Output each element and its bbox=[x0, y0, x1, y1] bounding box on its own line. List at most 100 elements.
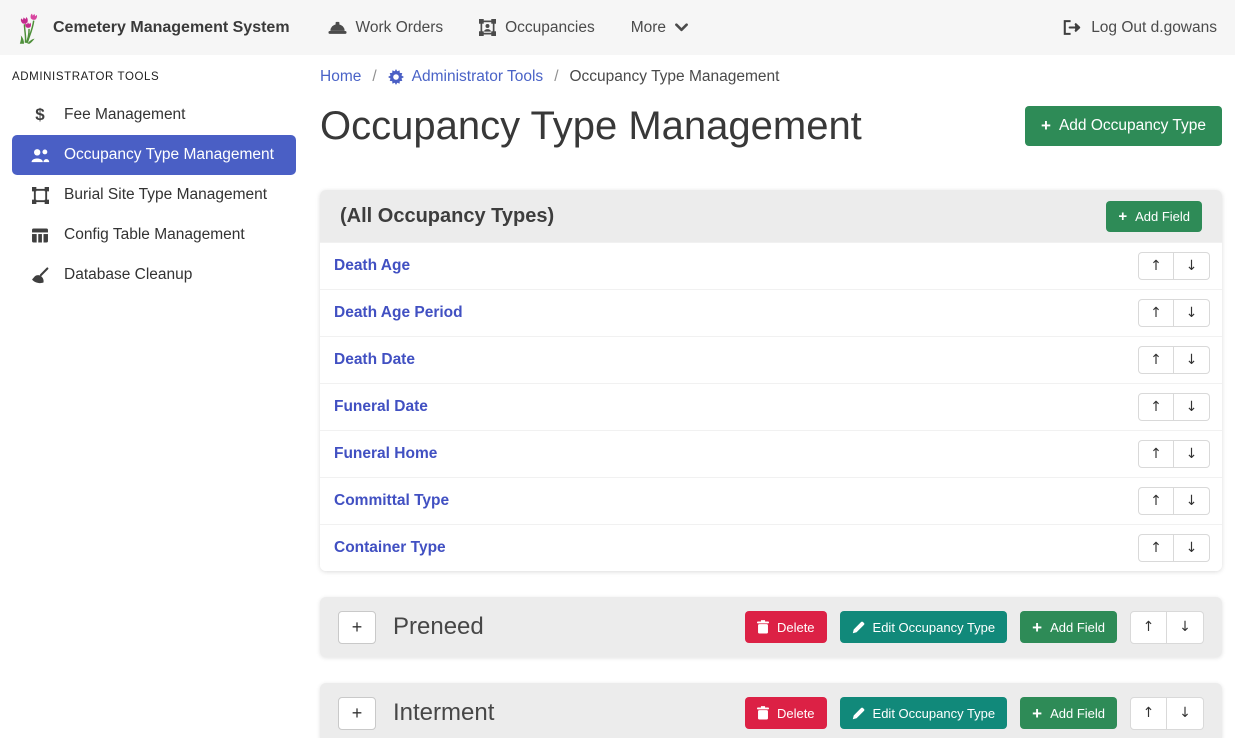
sidebar: ADMINISTRATOR TOOLS Fee Management Occup… bbox=[0, 55, 300, 738]
main-content: Home / Administrator Tools / Occupancy T… bbox=[300, 55, 1235, 738]
plus-icon bbox=[1032, 705, 1042, 722]
brand-link[interactable]: Cemetery Management System bbox=[18, 12, 290, 44]
delete-label: Delete bbox=[777, 706, 815, 721]
users-icon bbox=[29, 148, 51, 163]
move-down-button[interactable] bbox=[1174, 393, 1210, 421]
trash-icon bbox=[757, 620, 769, 634]
section-actions: Delete Edit Occupancy Type Add Field bbox=[745, 611, 1204, 644]
down-arrow-icon bbox=[1186, 447, 1198, 461]
move-up-button[interactable] bbox=[1138, 393, 1174, 421]
nav-item-more[interactable]: More bbox=[631, 19, 688, 37]
title-row: Occupancy Type Management Add Occupancy … bbox=[320, 98, 1222, 154]
move-up-button[interactable] bbox=[1130, 611, 1167, 644]
occupancy-type-section-preneed: Preneed Delete bbox=[320, 597, 1222, 657]
down-arrow-icon bbox=[1186, 541, 1198, 555]
breadcrumb-section-label: Administrator Tools bbox=[412, 68, 544, 86]
dollar-icon bbox=[29, 105, 51, 125]
down-arrow-icon bbox=[1186, 353, 1198, 367]
field-link-committal-type[interactable]: Committal Type bbox=[334, 492, 449, 510]
reorder-buttons bbox=[1130, 611, 1204, 644]
field-link-funeral-home[interactable]: Funeral Home bbox=[334, 445, 437, 463]
panel-header: (All Occupancy Types) Add Field bbox=[320, 190, 1222, 242]
field-link-death-date[interactable]: Death Date bbox=[334, 351, 415, 369]
sign-out-icon bbox=[1063, 20, 1081, 35]
edit-occupancy-type-button[interactable]: Edit Occupancy Type bbox=[840, 611, 1008, 643]
breadcrumb-separator: / bbox=[554, 68, 558, 86]
up-arrow-icon bbox=[1143, 706, 1155, 720]
pencil-icon bbox=[852, 707, 865, 720]
move-down-button[interactable] bbox=[1167, 697, 1204, 730]
add-field-button[interactable]: Add Field bbox=[1020, 611, 1117, 643]
down-arrow-icon bbox=[1179, 620, 1191, 634]
field-row: Funeral Home bbox=[320, 430, 1222, 477]
move-down-button[interactable] bbox=[1174, 440, 1210, 468]
move-down-button[interactable] bbox=[1167, 611, 1204, 644]
field-link-container-type[interactable]: Container Type bbox=[334, 539, 446, 557]
occupancy-type-section-interment: Interment Delete bbox=[320, 683, 1222, 738]
down-arrow-icon bbox=[1179, 706, 1191, 720]
add-field-label: Add Field bbox=[1050, 706, 1105, 721]
app-screen: Cemetery Management System Work Orders bbox=[0, 0, 1235, 738]
tulips-logo-icon bbox=[18, 12, 42, 44]
expand-section-button[interactable] bbox=[338, 697, 376, 730]
sidebar-item-burial-site-type-management[interactable]: Burial Site Type Management bbox=[12, 175, 296, 215]
logout-link[interactable]: Log Out d.gowans bbox=[1063, 19, 1217, 37]
up-arrow-icon bbox=[1150, 306, 1162, 320]
frame-icon bbox=[29, 187, 51, 204]
move-up-button[interactable] bbox=[1130, 697, 1167, 730]
delete-button[interactable]: Delete bbox=[745, 697, 827, 729]
sidebar-item-label: Occupancy Type Management bbox=[64, 146, 274, 164]
add-field-label: Add Field bbox=[1050, 620, 1105, 635]
sidebar-item-fee-management[interactable]: Fee Management bbox=[12, 95, 296, 135]
chevron-down-icon bbox=[675, 23, 688, 32]
field-link-funeral-date[interactable]: Funeral Date bbox=[334, 398, 428, 416]
breadcrumb-home-link[interactable]: Home bbox=[320, 68, 361, 86]
sidebar-item-database-cleanup[interactable]: Database Cleanup bbox=[12, 255, 296, 295]
edit-occupancy-type-button[interactable]: Edit Occupancy Type bbox=[840, 697, 1008, 729]
nav-item-work-orders[interactable]: Work Orders bbox=[328, 19, 444, 37]
gear-icon bbox=[388, 69, 404, 85]
delete-button[interactable]: Delete bbox=[745, 611, 827, 643]
move-up-button[interactable] bbox=[1138, 440, 1174, 468]
expand-section-button[interactable] bbox=[338, 611, 376, 644]
up-arrow-icon bbox=[1150, 353, 1162, 367]
breadcrumb-admin-tools-link[interactable]: Administrator Tools bbox=[388, 68, 544, 86]
nav-item-label: Occupancies bbox=[505, 19, 595, 37]
sidebar-item-config-table-management[interactable]: Config Table Management bbox=[12, 215, 296, 255]
move-up-button[interactable] bbox=[1138, 299, 1174, 327]
move-down-button[interactable] bbox=[1174, 487, 1210, 515]
section-title: Preneed bbox=[393, 613, 484, 641]
up-arrow-icon bbox=[1150, 259, 1162, 273]
plus-icon bbox=[352, 618, 363, 636]
edit-label: Edit Occupancy Type bbox=[873, 706, 996, 721]
field-row: Funeral Date bbox=[320, 383, 1222, 430]
move-up-button[interactable] bbox=[1138, 346, 1174, 374]
move-down-button[interactable] bbox=[1174, 346, 1210, 374]
add-field-button[interactable]: Add Field bbox=[1106, 201, 1202, 232]
move-down-button[interactable] bbox=[1174, 534, 1210, 562]
reorder-buttons bbox=[1138, 393, 1210, 421]
field-link-death-age[interactable]: Death Age bbox=[334, 257, 410, 275]
field-row: Container Type bbox=[320, 524, 1222, 571]
nav-item-label: Work Orders bbox=[356, 19, 444, 37]
edit-label: Edit Occupancy Type bbox=[873, 620, 996, 635]
up-arrow-icon bbox=[1150, 400, 1162, 414]
add-occupancy-type-label: Add Occupancy Type bbox=[1059, 117, 1206, 135]
move-down-button[interactable] bbox=[1174, 299, 1210, 327]
plus-icon bbox=[1118, 209, 1127, 224]
field-link-death-age-period[interactable]: Death Age Period bbox=[334, 304, 463, 322]
reorder-buttons bbox=[1138, 346, 1210, 374]
up-arrow-icon bbox=[1150, 541, 1162, 555]
broom-icon bbox=[29, 267, 51, 284]
nav-item-occupancies[interactable]: Occupancies bbox=[479, 19, 595, 37]
breadcrumb: Home / Administrator Tools / Occupancy T… bbox=[320, 65, 1222, 89]
add-field-button[interactable]: Add Field bbox=[1020, 697, 1117, 729]
move-up-button[interactable] bbox=[1138, 534, 1174, 562]
sidebar-item-occupancy-type-management[interactable]: Occupancy Type Management bbox=[12, 135, 296, 175]
plus-icon bbox=[352, 704, 363, 722]
move-up-button[interactable] bbox=[1138, 252, 1174, 280]
add-occupancy-type-button[interactable]: Add Occupancy Type bbox=[1025, 106, 1222, 146]
move-up-button[interactable] bbox=[1138, 487, 1174, 515]
nav-item-label: More bbox=[631, 19, 666, 37]
move-down-button[interactable] bbox=[1174, 252, 1210, 280]
